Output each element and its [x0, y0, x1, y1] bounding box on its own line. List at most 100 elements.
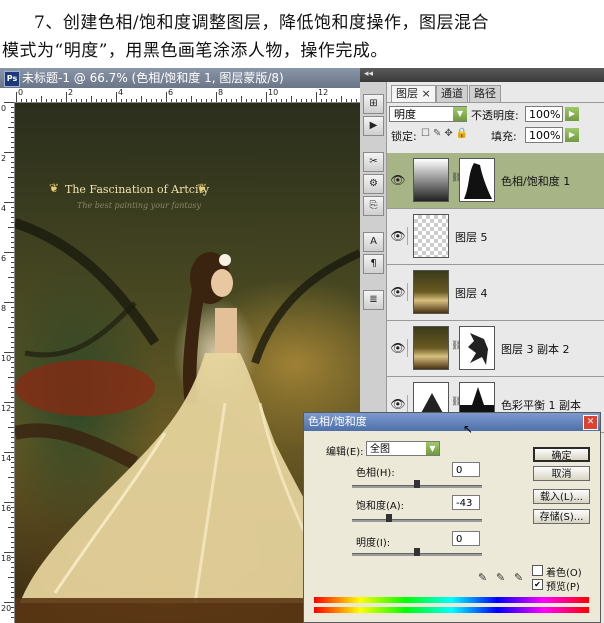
tab-paths[interactable]: 路径 [469, 85, 501, 102]
load-button[interactable]: 载入(L)... [533, 489, 590, 504]
ruler-tick [346, 99, 347, 102]
panels-header[interactable]: ◂◂ [360, 68, 604, 82]
ruler-tick [11, 267, 14, 268]
clone-source-icon[interactable]: ⎘ [363, 196, 384, 216]
cancel-button[interactable]: 取消 [533, 466, 590, 481]
ruler-tick [11, 397, 14, 398]
lightness-slider-thumb[interactable] [414, 548, 420, 556]
eyedropper-plus-icon[interactable]: ✎ [496, 571, 505, 584]
layer-thumbnail [413, 326, 449, 370]
ruler-tick [4, 302, 14, 303]
ruler-tick [106, 99, 107, 102]
history-icon[interactable]: ⊞ [363, 94, 384, 114]
ruler-tick [11, 467, 14, 468]
tab-channels[interactable]: 通道 [436, 85, 468, 102]
ruler-tick [11, 147, 14, 148]
layer-row[interactable]: 👁 ⛓ 图层 3 副本 2 [387, 321, 604, 377]
ruler-tick [8, 327, 14, 328]
preview-checkbox[interactable]: ✔ [532, 579, 543, 590]
ruler-number: 6 [1, 254, 7, 263]
ruler-tick [151, 99, 152, 102]
lock-icons[interactable]: ☐✎✥🔒 [421, 128, 471, 139]
ruler-tick [171, 99, 172, 102]
ruler-tick [11, 547, 14, 548]
colorize-checkbox[interactable] [532, 565, 543, 576]
saturation-slider-thumb[interactable] [386, 514, 392, 522]
ruler-tick [11, 567, 14, 568]
ruler-tick [11, 592, 14, 593]
ruler-tick [11, 312, 14, 313]
lightness-input[interactable]: 0 [452, 531, 480, 546]
ruler-tick [121, 99, 122, 102]
ruler-tick [231, 99, 232, 102]
fill-arrow-icon[interactable]: ▶ [565, 128, 579, 142]
ruler-tick [11, 372, 14, 373]
visibility-eye-icon[interactable]: 👁 [389, 283, 408, 301]
paragraph-icon[interactable]: ¶ [363, 254, 384, 274]
ruler-tick [286, 99, 287, 102]
ruler-number: 4 [1, 204, 7, 213]
ruler-tick [96, 99, 97, 102]
close-icon[interactable]: ✕ [583, 415, 598, 430]
actions-icon[interactable]: ▶ [363, 116, 384, 136]
ruler-tick [8, 277, 14, 278]
hue-slider-thumb[interactable] [414, 480, 420, 488]
opacity-input[interactable]: 100% [525, 106, 563, 122]
chevron-down-icon[interactable]: ▼ [453, 107, 467, 121]
layer-row[interactable]: 👁 图层 5 [387, 209, 604, 265]
tab-close-icon[interactable]: × [422, 87, 431, 100]
ruler-tick [11, 407, 14, 408]
ruler-number: 16 [1, 504, 12, 513]
collapse-icon[interactable]: ◂◂ [364, 69, 373, 79]
layer-name: 图层 5 [455, 231, 488, 244]
eyedropper-minus-icon[interactable]: ✎ [514, 571, 523, 584]
ruler-tick [11, 537, 14, 538]
ruler-tick [4, 452, 14, 453]
visibility-eye-icon[interactable]: 👁 [389, 395, 408, 413]
ruler-tick [16, 92, 17, 102]
chevron-down-icon[interactable]: ▼ [426, 442, 439, 455]
eyedropper-icon[interactable]: ✎ [478, 571, 487, 584]
ruler-tick [216, 92, 217, 102]
opacity-arrow-icon[interactable]: ▶ [565, 107, 579, 121]
tools-icon[interactable]: ✂ [363, 152, 384, 172]
tab-layers[interactable]: 图层 × [391, 85, 436, 102]
ruler-tick [11, 492, 14, 493]
layer-row[interactable]: 👁 ⛓ 色相/饱和度 1 [387, 153, 604, 209]
layer-mask-thumbnail[interactable] [459, 158, 495, 202]
hue-input[interactable]: 0 [452, 462, 480, 477]
vertical-ruler[interactable]: 0 2 4 6 8 10 12 14 16 18 20 [0, 102, 15, 623]
artwork-subtitle: The best painting your fantasy [77, 201, 202, 210]
layer-name: 图层 3 副本 2 [501, 343, 570, 356]
saturation-slider-track[interactable] [352, 519, 482, 522]
layer-thumbnail [413, 270, 449, 314]
layer-name: 图层 4 [455, 287, 488, 300]
ruler-tick [156, 99, 157, 102]
dialog-titlebar[interactable]: 色相/饱和度 ✕ [304, 413, 600, 431]
ruler-tick [11, 292, 14, 293]
ruler-tick [11, 417, 14, 418]
ruler-tick [11, 522, 14, 523]
layer-mask-thumbnail[interactable] [459, 326, 495, 370]
save-button[interactable]: 存储(S)... [533, 509, 590, 524]
brushes-icon[interactable]: ⚙ [363, 174, 384, 194]
fill-input[interactable]: 100% [525, 127, 563, 143]
ok-button[interactable]: 确定 [533, 447, 590, 462]
ruler-tick [11, 607, 14, 608]
ruler-tick [11, 197, 14, 198]
horizontal-ruler[interactable]: 02468101214 [0, 88, 360, 103]
saturation-input[interactable]: -43 [452, 495, 480, 510]
visibility-eye-icon[interactable]: 👁 [389, 227, 408, 245]
ruler-tick [41, 96, 42, 102]
document-titlebar[interactable]: Ps 未标题-1 @ 66.7% (色相/饱和度 1, 图层蒙版/8) [0, 68, 360, 88]
visibility-eye-icon[interactable]: 👁 [389, 171, 408, 189]
document-title: 未标题-1 @ 66.7% (色相/饱和度 1, 图层蒙版/8) [22, 71, 284, 85]
layer-comps-icon[interactable]: ≣ [363, 290, 384, 310]
ruler-tick [306, 99, 307, 102]
ruler-tick [11, 192, 14, 193]
layer-row[interactable]: 👁 图层 4 [387, 265, 604, 321]
character-icon[interactable]: A [363, 232, 384, 252]
ruler-tick [226, 99, 227, 102]
ruler-tick [36, 99, 37, 102]
visibility-eye-icon[interactable]: 👁 [389, 339, 408, 357]
